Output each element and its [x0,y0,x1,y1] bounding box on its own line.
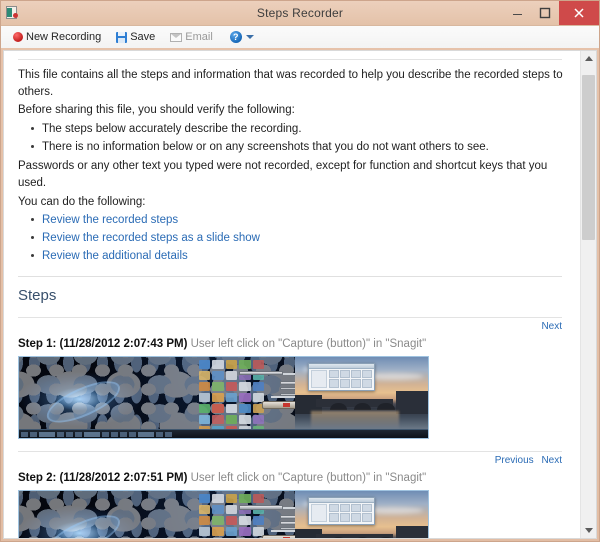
action-link-list: Review the recorded steps Review the rec… [18,212,568,264]
taskbar [19,429,428,439]
review-slide-show-link[interactable]: Review the recorded steps as a slide sho… [42,232,260,244]
next-link[interactable]: Next [541,455,562,466]
list-item: There is no information below or on any … [31,139,568,156]
do-following-label: You can do the following: [18,195,146,208]
divider-steps [18,276,562,278]
step-description: User left click on "Capture (button)" in… [190,471,427,484]
snagit-capture-window [308,362,375,391]
step-timestamp: (11/28/2012 2:07:51 PM) [59,471,188,484]
list-item: Review the additional details [31,248,568,265]
step-nav: Previous Next [18,454,568,469]
window-controls [503,1,599,25]
password-note: Passwords or any other text you typed we… [18,160,548,190]
email-label: Email [185,31,213,43]
step-number: Step 1: [18,337,57,350]
chevron-down-icon[interactable] [245,35,254,39]
divider-step [18,317,562,319]
chevron-down-icon [584,528,593,533]
chevron-up-icon [584,56,593,61]
intro-paragraph-2: Before sharing this file, you should ver… [18,104,295,117]
scrollbar-thumb[interactable] [582,75,595,240]
steps-recorder-icon[interactable] [5,5,21,21]
envelope-icon [170,32,183,42]
list-item: Review the recorded steps as a slide sho… [31,230,568,247]
step-screenshot[interactable] [18,490,429,538]
intro-paragraph-1: This file contains all the steps and inf… [18,69,563,98]
help-button[interactable]: ? [222,29,258,45]
list-item: The steps below accurately describe the … [31,121,568,138]
step-screenshot[interactable] [18,356,429,440]
floppy-disk-icon [116,31,128,43]
help-circle-icon: ? [229,31,242,43]
page-title: Steps [18,287,57,305]
divider-step [18,451,562,453]
new-recording-label: New Recording [26,31,102,43]
list-item: Review the recorded steps [31,212,568,229]
review-additional-details-link[interactable]: Review the additional details [42,250,188,262]
content-area: This file contains all the steps and inf… [3,50,597,539]
scroll-up-button[interactable] [581,51,596,66]
vertical-scrollbar[interactable] [580,51,596,538]
step-entry: Next Step 1: (11/28/2012 2:07:43 PM) Use… [18,317,568,440]
previous-link[interactable]: Previous [495,455,534,466]
scrollbar-track[interactable] [581,66,596,523]
next-link[interactable]: Next [541,321,562,332]
title-bar[interactable]: Steps Recorder [1,1,599,25]
steps-recorder-window: Steps Recorder New Recording Save Email [0,0,600,542]
step-entry: Previous Next Step 2: (11/28/2012 2:07:5… [18,451,568,538]
step-description: User left click on "Capture (button)" in… [190,337,427,350]
email-button: Email [164,28,219,46]
right-monitor [295,357,428,439]
snagit-capture-window [308,497,375,525]
save-label: Save [130,31,156,43]
step-nav: Next [18,320,568,335]
close-button[interactable] [559,1,599,25]
step-title: Step 1: (11/28/2012 2:07:43 PM) User lef… [18,336,568,353]
step-timestamp: (11/28/2012 2:07:43 PM) [59,337,188,350]
divider-top [18,59,562,60]
toolbar: New Recording Save Email ? [1,25,599,48]
save-button[interactable]: Save [110,28,161,46]
document-body: This file contains all the steps and inf… [4,51,580,538]
right-monitor [295,491,428,538]
step-title: Step 2: (11/28/2012 2:07:51 PM) User lef… [18,470,568,487]
verify-bullet-list: The steps below accurately describe the … [18,121,568,155]
record-icon [13,32,23,42]
new-recording-button[interactable]: New Recording [7,28,107,46]
review-recorded-steps-link[interactable]: Review the recorded steps [42,214,178,226]
maximize-button[interactable] [531,1,559,25]
step-number: Step 2: [18,471,57,484]
minimize-button[interactable] [503,1,531,25]
scroll-down-button[interactable] [581,523,596,538]
